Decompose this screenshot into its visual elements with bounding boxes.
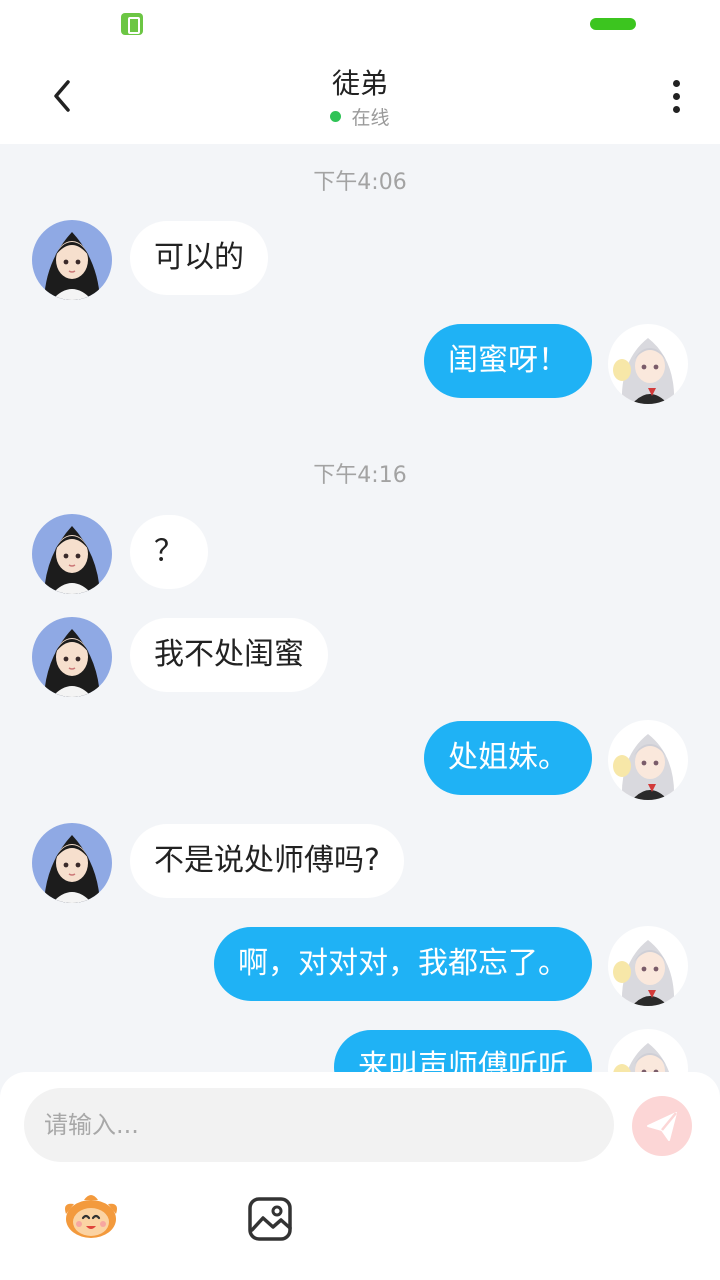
anime-girl-dark-hair-icon	[32, 823, 112, 903]
user-avatar[interactable]	[608, 926, 688, 1006]
outgoing-message[interactable]: 闺蜜呀！	[424, 324, 592, 398]
status-bar	[0, 0, 720, 50]
dot-icon	[673, 106, 680, 113]
more-options-button[interactable]	[658, 74, 694, 118]
outgoing-message[interactable]: 处姐妹。	[424, 721, 592, 795]
image-picker-button[interactable]	[247, 1196, 293, 1242]
user-avatar[interactable]	[608, 1029, 688, 1072]
incoming-message[interactable]: 不是说处师傅吗?	[130, 824, 404, 898]
contact-avatar[interactable]	[32, 617, 112, 697]
composer	[0, 1072, 720, 1280]
battery-icon	[121, 13, 143, 35]
contact-avatar[interactable]	[32, 823, 112, 903]
user-avatar[interactable]	[608, 324, 688, 404]
timestamp: 下午4:16	[313, 463, 407, 488]
anime-girl-dark-hair-icon	[32, 514, 112, 594]
contact-name: 徒弟	[331, 67, 388, 100]
message-input[interactable]	[24, 1088, 614, 1162]
online-status: 在线	[0, 103, 720, 130]
incoming-message[interactable]: 可以的	[130, 221, 268, 295]
contact-avatar[interactable]	[32, 514, 112, 594]
anime-girl-silver-hair-icon	[608, 1029, 688, 1072]
contact-avatar[interactable]	[32, 220, 112, 300]
anime-girl-silver-hair-icon	[608, 926, 688, 1006]
send-icon	[647, 1112, 677, 1141]
online-dot-icon	[330, 111, 342, 122]
active-call-pill	[590, 18, 636, 30]
incoming-message[interactable]: ？	[130, 515, 208, 589]
anime-girl-dark-hair-icon	[32, 220, 112, 300]
incoming-message[interactable]: 我不处闺蜜	[130, 618, 328, 692]
timestamp: 下午4:06	[313, 170, 407, 195]
outgoing-message[interactable]: 啊，对对对，我都忘了。	[214, 927, 592, 1001]
anime-girl-silver-hair-icon	[608, 720, 688, 800]
dot-icon	[673, 80, 680, 87]
image-icon	[248, 1197, 292, 1241]
user-avatar[interactable]	[608, 720, 688, 800]
emoji-button[interactable]	[62, 1190, 120, 1240]
chat-header: 徒弟 在线	[0, 50, 720, 144]
dot-icon	[673, 93, 680, 100]
mascot-emoji-icon	[65, 1195, 117, 1238]
anime-girl-silver-hair-icon	[608, 324, 688, 404]
send-button[interactable]	[632, 1096, 692, 1156]
outgoing-message[interactable]: 来叫声师傅听听	[334, 1030, 592, 1072]
online-status-label: 在线	[351, 107, 390, 129]
message-list[interactable]: 下午4:06 可以的 闺蜜呀！ 下午4:16 ？ 我不处闺蜜 处姐妹。 不是说处…	[0, 144, 720, 1072]
anime-girl-dark-hair-icon	[32, 617, 112, 697]
